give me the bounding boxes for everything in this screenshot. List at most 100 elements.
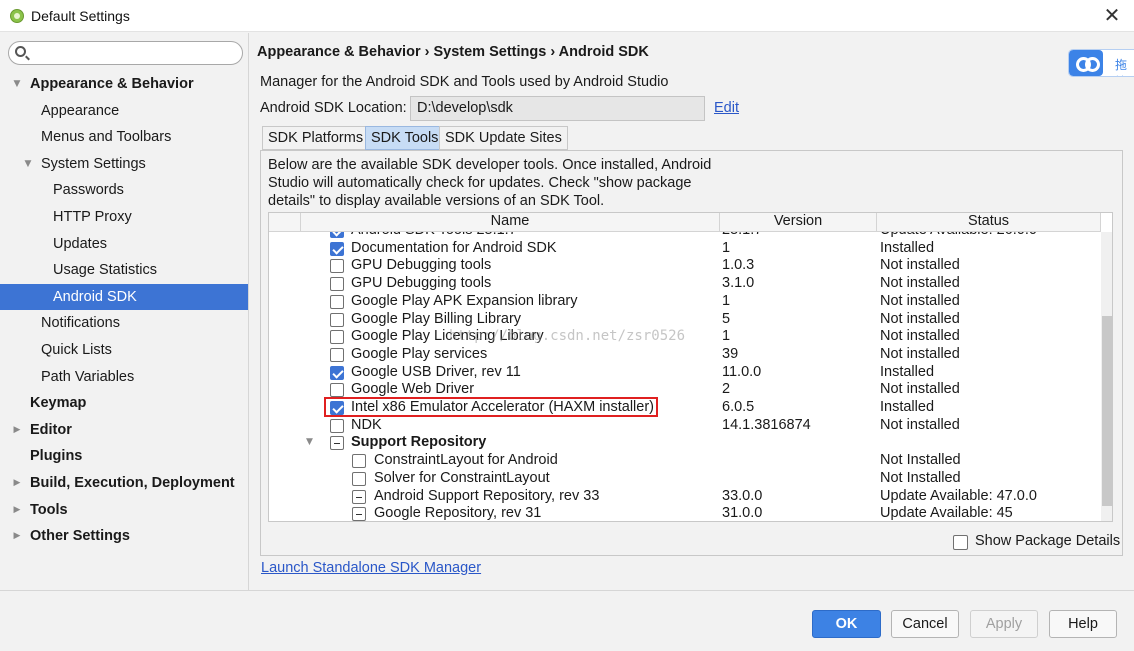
tab-sdk-tools[interactable]: SDK Tools [365,126,445,150]
row-checkbox[interactable] [330,330,344,345]
row-status: Not installed [880,257,960,274]
collapse-arrow-icon[interactable]: ▶ [12,523,22,550]
collapse-arrow-icon[interactable]: ▶ [12,470,22,497]
row-checkbox[interactable] [352,489,366,504]
sidebar-item-keymap[interactable]: Keymap [0,390,248,417]
sidebar-item-build-execution-deployment[interactable]: ▶ Build, Execution, Deployment [0,470,248,497]
show-package-details-label: Show Package Details [975,533,1121,549]
row-checkbox[interactable] [352,454,366,469]
sidebar-item-appearance[interactable]: Appearance [0,98,248,125]
row-status: Not installed [880,328,960,345]
sdk-location-field[interactable]: D:\develop\sdk [410,96,705,121]
launch-sdk-manager-link[interactable]: Launch Standalone SDK Manager [261,560,481,576]
table-row[interactable]: Google Play APK Expansion library 1 Not in… [269,293,1101,311]
row-status: Installed [880,399,935,415]
row-checkbox[interactable] [352,507,366,521]
sidebar-item-android-sdk[interactable]: Android SDK [0,283,248,311]
table-row[interactable]: Documentation for Android SDK 1 Installed [269,240,1101,258]
row-status: Not Installed [880,469,961,486]
apply-button[interactable]: Apply [970,610,1038,638]
sidebar-item-label: Passwords [53,182,124,199]
sidebar-item-appearance-behavior[interactable]: ▼ Appearance & Behavior [0,71,248,98]
cancel-button[interactable]: Cancel [891,610,959,638]
sidebar-item-usage-statistics[interactable]: Usage Statistics [0,257,248,284]
row-status: Not installed [880,292,960,309]
row-checkbox[interactable] [330,347,344,362]
table-row[interactable]: GPU Debugging tools 3.1.0 Not installed [269,275,1101,293]
row-name: GPU Debugging tools [351,257,492,274]
table-row[interactable]: Google Play Billing Library 5 Not installe… [269,311,1101,329]
row-checkbox[interactable] [330,277,344,292]
expand-arrow-icon[interactable]: ▼ [23,151,33,178]
sidebar-item-plugins[interactable]: Plugins [0,443,248,470]
sidebar-item-http-proxy[interactable]: HTTP Proxy [0,204,248,231]
baidu-widget-label: 拖拽 [1115,58,1128,76]
row-checkbox[interactable] [352,471,366,486]
table-row[interactable]: NDK 14.1.3816874 Not installed [269,417,1101,435]
table-row[interactable]: ConstraintLayout for Android Not Installe… [269,452,1101,470]
table-row[interactable]: ▼ Support Repository [269,434,1101,452]
ok-button[interactable]: OK [812,610,881,638]
row-checkbox[interactable] [330,418,344,433]
sidebar-item-label: Usage Statistics [53,262,157,279]
tab-sdk-update-sites[interactable]: SDK Update Sites [439,126,568,150]
sidebar-item-quick-lists[interactable]: Quick Lists [0,337,248,364]
row-checkbox[interactable] [330,312,344,327]
edit-location-link[interactable]: Edit [714,100,739,116]
search-box[interactable] [8,41,243,65]
table-row[interactable]: GPU Debugging tools 1.0.3 Not installed [269,257,1101,275]
sidebar-item-system-settings[interactable]: ▼ System Settings [0,151,248,178]
sidebar-item-label: Editor [30,421,72,438]
sidebar-item-other-settings[interactable]: ▶ Other Settings [0,523,248,550]
row-name: Intel x86 Emulator Accelerator (HAXM ins… [351,399,654,415]
row-checkbox[interactable] [330,365,344,380]
sidebar-item-updates[interactable]: Updates [0,231,248,258]
scrollbar-thumb[interactable] [1102,316,1112,506]
row-version: 31.0.0 [722,505,763,522]
table-row[interactable]: Google USB Driver, rev 11 11.0.0 Installed [269,364,1101,382]
sidebar-item-label: Build, Execution, Deployment [30,474,235,491]
table-row[interactable]: Google Play services 39 Not installed [269,346,1101,364]
collapse-arrow-icon[interactable]: ▶ [12,497,22,524]
row-version: 5 [722,310,731,327]
column-header-version[interactable]: Version [720,213,877,232]
row-version: 11.0.0 [722,363,762,380]
column-header-status[interactable]: Status [877,213,1101,232]
sidebar-item-menus-and-toolbars[interactable]: Menus and Toolbars [0,124,248,151]
sidebar-item-notifications[interactable]: Notifications [0,310,248,337]
row-checkbox[interactable] [330,241,344,256]
row-checkbox[interactable] [330,294,344,309]
row-checkbox[interactable] [330,383,344,398]
expand-arrow-icon[interactable]: ▼ [12,71,22,98]
sidebar-item-tools[interactable]: ▶ Tools [0,497,248,524]
help-button[interactable]: Help [1049,610,1117,638]
sidebar-item-path-variables[interactable]: Path Variables [0,364,248,391]
table-row[interactable]: Intel x86 Emulator Accelerator (HAXM ins… [269,399,1101,417]
table-row[interactable]: Android Support Repository, rev 33 33.0.0… [269,488,1101,506]
row-checkbox[interactable] [330,401,344,415]
tab-sdk-platforms[interactable]: SDK Platforms [262,126,370,150]
table-row[interactable]: Solver for ConstraintLayout Not Installed [269,470,1101,488]
table-scrollbar[interactable] [1101,232,1112,521]
sidebar-item-label: Other Settings [30,528,130,545]
sidebar-item-passwords[interactable]: Passwords [0,177,248,204]
table-row[interactable]: Google Repository, rev 31 31.0.0 Update Av… [269,505,1101,522]
sdk-tools-table: Android SDK Tools 25.1.725.1.7Update Ava… [268,212,1113,522]
sidebar-item-label: Updates [53,235,108,252]
close-icon[interactable]: ✕ [1102,5,1122,25]
search-input[interactable] [31,44,236,62]
column-header-name[interactable]: Name [301,213,720,232]
row-checkbox[interactable] [330,259,344,274]
sidebar-item-editor[interactable]: ▶ Editor [0,417,248,444]
table-row[interactable]: Google Web Driver 2 Not installed [269,381,1101,399]
collapse-arrow-icon[interactable]: ▶ [12,417,22,444]
table-row[interactable]: Google Play Licensing Library 1 Not instal… [269,328,1101,346]
expand-arrow-icon[interactable]: ▼ [306,434,313,452]
row-name: Google Play Licensing Library [351,328,544,345]
column-header-spacer [269,213,301,232]
row-name: Google Play Billing Library [351,310,522,327]
window-title: Default Settings [31,8,130,24]
row-checkbox[interactable] [330,436,344,451]
show-package-details-checkbox[interactable] [953,535,968,550]
baidu-cloud-widget[interactable]: 拖拽 [1068,49,1134,77]
